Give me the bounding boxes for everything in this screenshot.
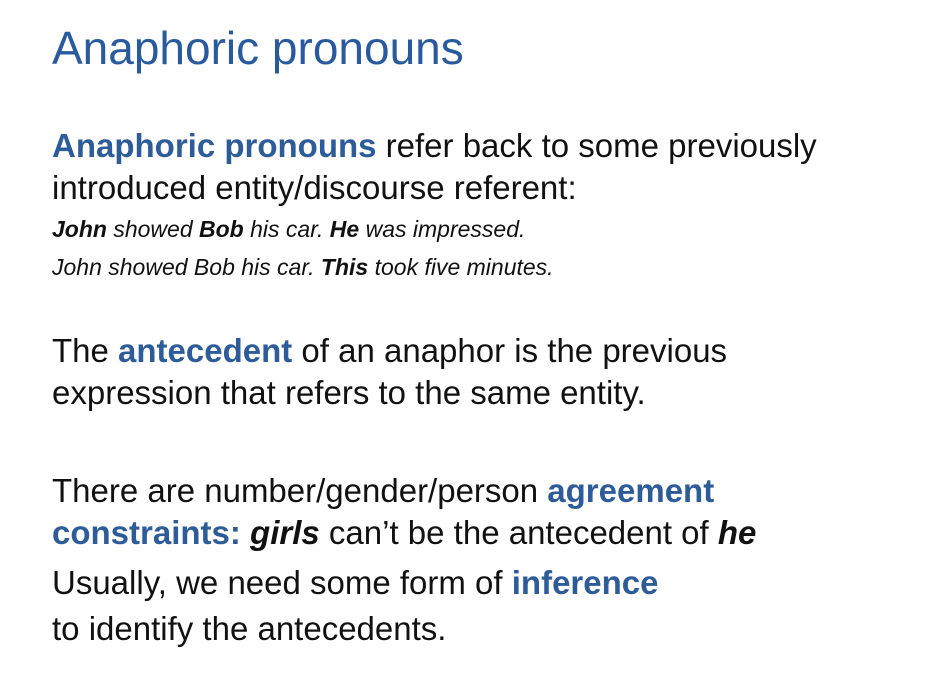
definition-line-1: Anaphoric pronouns refer back to some pr… xyxy=(52,125,817,167)
slide: Anaphoric pronouns Anaphoric pronouns re… xyxy=(0,0,947,686)
example-2-text: John showed Bob his car. xyxy=(52,254,321,280)
term-anaphoric-pronouns: Anaphoric pronouns xyxy=(52,127,377,164)
agreement-text: There are number/gender/person xyxy=(52,472,548,509)
agreement-text: can’t be the antecedent of xyxy=(319,514,718,551)
inference-line-2: to identify the antecedents. xyxy=(52,610,447,647)
term-inference: inference xyxy=(511,564,659,601)
term-constraints: constraints: xyxy=(52,514,241,551)
agreement-line-2: constraints: girls can’t be the antecede… xyxy=(52,512,756,554)
definition-text: refer back to some previously xyxy=(376,127,817,164)
agreement-line-1: There are number/gender/person agreement xyxy=(52,470,714,512)
example-1-text: showed xyxy=(106,216,200,242)
example-1-he: He xyxy=(329,216,360,242)
example-1-bob: Bob xyxy=(199,216,244,242)
slide-title: Anaphoric pronouns xyxy=(52,22,464,74)
example-2: John showed Bob his car. This took five … xyxy=(52,252,554,282)
antecedent-line-2: expression that refers to the same entit… xyxy=(52,374,646,411)
example-1: John showed Bob his car. He was impresse… xyxy=(52,214,525,244)
antecedent-line-1: The antecedent of an anaphor is the prev… xyxy=(52,330,727,372)
agreement-space xyxy=(241,514,250,551)
inference-line-1: Usually, we need some form of inference xyxy=(52,562,658,604)
inference-text: Usually, we need some form of xyxy=(52,564,512,601)
word-he: he xyxy=(717,514,757,551)
example-2-this: This xyxy=(320,254,369,280)
term-agreement: agreement xyxy=(547,472,715,509)
antecedent-text: of an anaphor is the previous xyxy=(292,332,728,369)
example-1-john: John xyxy=(52,216,107,242)
example-2-text: took five minutes. xyxy=(368,254,554,280)
example-1-text: his car. xyxy=(243,216,330,242)
definition-line-2: introduced entity/discourse referent: xyxy=(52,169,577,206)
term-antecedent: antecedent xyxy=(118,332,293,369)
antecedent-text: The xyxy=(52,332,119,369)
word-girls: girls xyxy=(250,514,320,551)
example-1-text: was impressed. xyxy=(359,216,526,242)
